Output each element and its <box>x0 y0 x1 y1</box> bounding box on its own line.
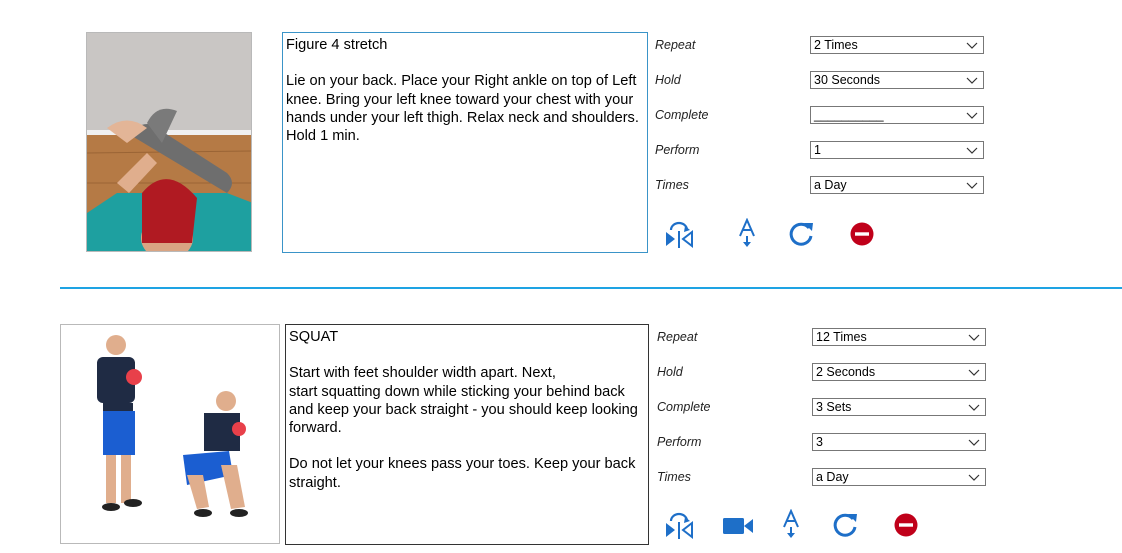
chevron-down-icon <box>966 147 978 154</box>
refresh-icon[interactable] <box>830 510 860 540</box>
chevron-down-icon <box>968 404 980 411</box>
times-value: a Day <box>816 470 849 484</box>
text-size-icon[interactable] <box>777 509 807 539</box>
complete-value: __________ <box>814 108 884 122</box>
chevron-down-icon <box>966 112 978 119</box>
perform-value: 1 <box>814 143 821 157</box>
perform-select[interactable]: 3 <box>812 433 986 451</box>
exercise-instructions: Lie on your back. Place your Right ankle… <box>286 73 643 145</box>
repeat-label: Repeat <box>657 330 698 344</box>
times-label: Times <box>655 178 689 192</box>
exercise-title: Figure 4 stretch <box>286 37 388 53</box>
remove-icon[interactable] <box>891 510 921 540</box>
mirror-icon[interactable] <box>664 220 694 250</box>
times-select[interactable]: a Day <box>810 176 984 194</box>
chevron-down-icon <box>968 439 980 446</box>
exercise-description-box[interactable]: SQUAT Start with feet shoulder width apar… <box>285 324 649 545</box>
hold-value: 30 Seconds <box>814 73 881 87</box>
perform-value: 3 <box>816 435 823 449</box>
complete-label: Complete <box>655 108 709 122</box>
video-icon[interactable] <box>721 511 755 541</box>
repeat-select[interactable]: 12 Times <box>812 328 986 346</box>
exercise-instructions: Start with feet shoulder width apart. Ne… <box>289 365 638 491</box>
mirror-icon[interactable] <box>664 511 694 541</box>
hold-select[interactable]: 2 Seconds <box>812 363 986 381</box>
repeat-label: Repeat <box>655 38 696 52</box>
complete-value: 3 Sets <box>816 400 852 414</box>
chevron-down-icon <box>968 369 980 376</box>
exercise-photo-squat <box>60 324 280 544</box>
times-value: a Day <box>814 178 847 192</box>
times-label: Times <box>657 470 691 484</box>
exercise-divider <box>60 287 1122 289</box>
repeat-value: 12 Times <box>816 330 867 344</box>
chevron-down-icon <box>968 334 980 341</box>
complete-label: Complete <box>657 400 711 414</box>
remove-icon[interactable] <box>847 219 877 249</box>
chevron-down-icon <box>966 182 978 189</box>
perform-select[interactable]: 1 <box>810 141 984 159</box>
hold-label: Hold <box>657 365 683 379</box>
perform-label: Perform <box>657 435 702 449</box>
exercise-description-box[interactable]: Figure 4 stretch Lie on your back. Place … <box>282 32 648 253</box>
hold-value: 2 Seconds <box>816 365 876 379</box>
chevron-down-icon <box>966 42 978 49</box>
exercise-photo-figure4 <box>86 32 252 252</box>
repeat-value: 2 Times <box>814 38 858 52</box>
complete-select[interactable]: 3 Sets <box>812 398 986 416</box>
chevron-down-icon <box>968 474 980 481</box>
exercise-title: SQUAT <box>289 329 339 345</box>
chevron-down-icon <box>966 77 978 84</box>
repeat-select[interactable]: 2 Times <box>810 36 984 54</box>
refresh-icon[interactable] <box>786 219 816 249</box>
perform-label: Perform <box>655 143 700 157</box>
complete-select[interactable]: __________ <box>810 106 984 124</box>
times-select[interactable]: a Day <box>812 468 986 486</box>
text-size-icon[interactable] <box>733 218 763 248</box>
hold-select[interactable]: 30 Seconds <box>810 71 984 89</box>
hold-label: Hold <box>655 73 681 87</box>
